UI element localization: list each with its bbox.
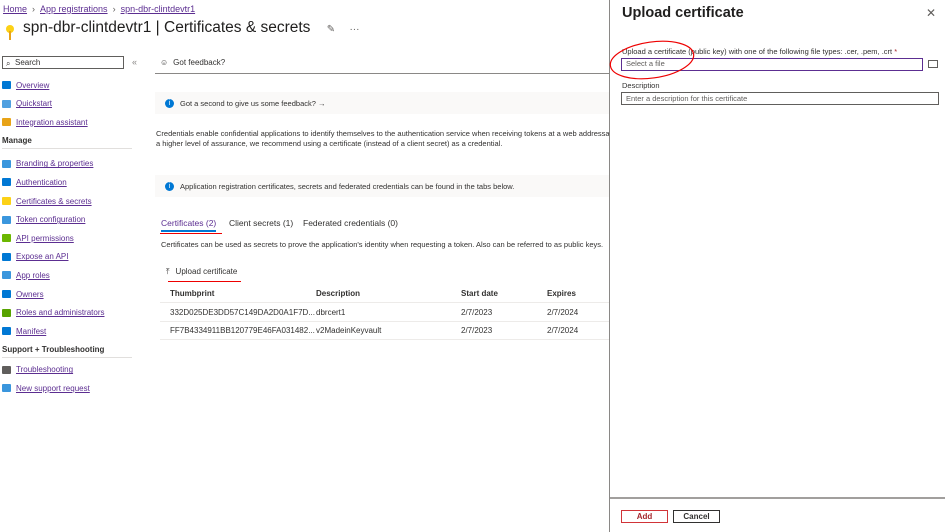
footer-divider: [610, 497, 945, 499]
cell-start-date: 2/7/2023: [461, 326, 493, 335]
more-icon[interactable]: ···: [349, 24, 359, 35]
tab-federated-credentials[interactable]: Federated credentials (0): [303, 218, 398, 228]
upload-icon: ⤒: [166, 267, 170, 276]
tab-active-indicator: [161, 230, 216, 232]
api-permissions-icon: [2, 234, 11, 243]
cancel-button[interactable]: Cancel: [673, 510, 720, 523]
close-icon[interactable]: ✕: [926, 6, 936, 20]
sidebar-item-app-roles[interactable]: App roles: [0, 268, 140, 282]
troubleshooting-icon: [2, 365, 11, 374]
app-roles-icon: [2, 271, 11, 280]
owners-icon: [2, 290, 11, 298]
info-icon: i: [165, 181, 174, 191]
column-thumbprint: Thumbprint: [170, 289, 215, 298]
annotation-underline: [168, 281, 241, 282]
sidebar-item-branding-properties[interactable]: Branding & properties: [0, 157, 140, 171]
feedback-banner[interactable]: i Got a second to give us some feedback? …: [155, 92, 610, 114]
folder-icon[interactable]: [928, 60, 938, 68]
cell-start-date: 2/7/2023: [461, 308, 493, 317]
branding-properties-icon: [2, 159, 11, 168]
intro-text: Credentials enable confidential applicat…: [156, 129, 611, 148]
tab-certificates[interactable]: Certificates (2): [161, 218, 216, 228]
feedback-icon: ☺: [160, 58, 169, 67]
sidebar-item-overview[interactable]: Overview: [0, 78, 140, 92]
sidebar-item-integration-assistant[interactable]: Integration assistant: [0, 115, 140, 129]
upload-certificate-panel: Upload certificate ✕ Upload a certificat…: [609, 0, 945, 532]
expose-an-api-icon: [2, 252, 11, 261]
overview-icon: [2, 81, 11, 89]
table-header: Thumbprint Description Start date Expire…: [160, 285, 610, 303]
sidebar-item-certificates-secrets[interactable]: Certificates & secrets: [0, 194, 140, 208]
panel-title: Upload certificate: [622, 5, 744, 21]
tab-description: Certificates can be used as secrets to p…: [161, 240, 604, 249]
add-button[interactable]: Add: [621, 510, 668, 523]
description-label: Description: [622, 81, 660, 90]
sidebar-item-expose-an-api[interactable]: Expose an API: [0, 250, 140, 264]
pin-icon[interactable]: ✎: [327, 24, 335, 35]
sidebar-item-authentication[interactable]: Authentication: [0, 175, 140, 189]
sidebar-item-new-support-request[interactable]: New support request: [0, 381, 140, 395]
key-icon: [6, 25, 14, 40]
feedback-button[interactable]: ☺ Got feedback?: [160, 58, 225, 67]
certificates-secrets-icon: [2, 197, 11, 205]
breadcrumb-app[interactable]: spn-dbr-clintdevtr1: [121, 4, 196, 14]
section-support: Support + Troubleshooting: [2, 344, 105, 354]
upload-certificate-button[interactable]: ⤒ Upload certificate: [166, 267, 237, 277]
info-icon: i: [165, 98, 174, 108]
sidebar-item-owners[interactable]: Owners: [0, 287, 140, 301]
cell-expires: 2/7/2024: [547, 308, 579, 317]
breadcrumb: Home › App registrations › spn-dbr-clintde…: [3, 4, 196, 14]
sidebar-item-api-permissions[interactable]: API permissions: [0, 231, 140, 245]
sidebar-item-token-configuration[interactable]: Token configuration: [0, 213, 140, 227]
cell-expires: 2/7/2024: [547, 326, 579, 335]
divider: [155, 73, 610, 74]
manifest-icon: [2, 327, 11, 336]
breadcrumb-app-registrations[interactable]: App registrations: [40, 4, 108, 14]
table-row[interactable]: 332D025DE3DD57C149DA2D0A1F7D... dbrcert1…: [160, 304, 610, 322]
sidebar-item-troubleshooting[interactable]: Troubleshooting: [0, 363, 140, 377]
sidebar-item-roles-and-administrators[interactable]: Roles and administrators: [0, 306, 140, 320]
cell-description: v2MadeinKeyvault: [316, 326, 382, 335]
tab-client-secrets[interactable]: Client secrets (1): [229, 218, 293, 228]
column-description: Description: [316, 289, 361, 298]
token-configuration-icon: [2, 215, 11, 224]
cell-thumbprint: 332D025DE3DD57C149DA2D0A1F7D...: [170, 308, 315, 317]
search-input[interactable]: ⌕ Search: [2, 56, 124, 69]
column-expires: Expires: [547, 289, 576, 298]
sidebar-item-manifest[interactable]: Manifest: [0, 324, 140, 338]
cell-thumbprint: FF7B4334911BB120779E46FA031482...: [170, 326, 315, 335]
column-start-date: Start date: [461, 289, 498, 298]
table-row[interactable]: FF7B4334911BB120779E46FA031482... v2Made…: [160, 322, 610, 340]
new-support-request-icon: [2, 384, 11, 393]
annotation-underline: [160, 233, 222, 234]
collapse-icon[interactable]: «: [132, 57, 137, 67]
info-banner: i Application registration certificates, …: [155, 175, 610, 197]
section-manage: Manage: [2, 135, 32, 145]
integration-assistant-icon: [2, 118, 11, 127]
authentication-icon: [2, 178, 11, 187]
search-icon: ⌕: [6, 59, 11, 68]
description-input[interactable]: Enter a description for this certificate: [621, 92, 939, 105]
quickstart-icon: [2, 99, 11, 108]
annotation-circle: [609, 40, 695, 80]
sidebar-item-quickstart[interactable]: Quickstart: [0, 97, 140, 111]
breadcrumb-home[interactable]: Home: [3, 4, 27, 14]
cell-description: dbrcert1: [316, 308, 346, 317]
page-title: spn-dbr-clintdevtr1 | Certificates & sec…: [23, 19, 360, 36]
divider: [2, 147, 132, 149]
roles-and-administrators-icon: [2, 308, 11, 317]
divider: [2, 356, 132, 358]
